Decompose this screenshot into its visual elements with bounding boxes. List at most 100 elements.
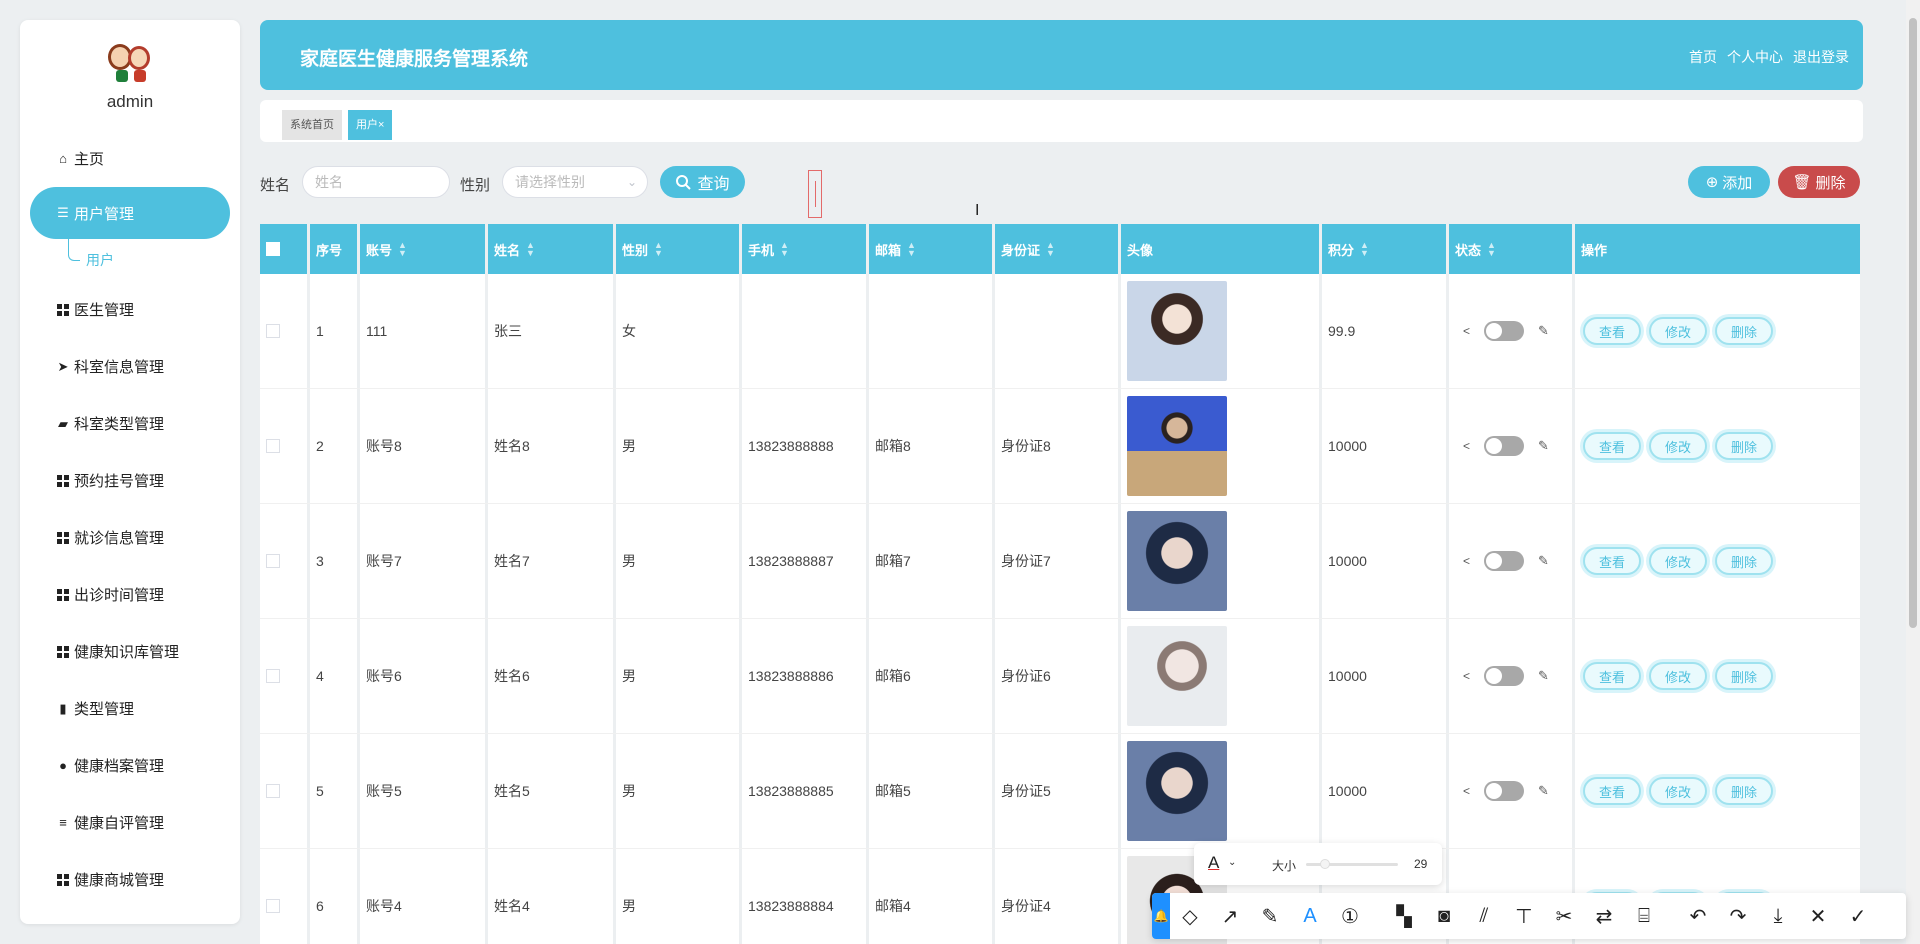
header-link-logout[interactable]: 退出登录 [1793,47,1849,67]
user-photo[interactable] [1127,396,1227,496]
status-toggle[interactable] [1484,321,1525,341]
status-toggle[interactable] [1484,781,1525,801]
share-icon[interactable]: < [1463,554,1470,568]
view-button[interactable]: 查看 [1583,432,1641,460]
share-icon[interactable]: < [1463,324,1470,338]
edit-button[interactable]: 修改 [1649,317,1707,345]
cell-email: 邮箱6 [869,619,995,733]
sidebar-item-visit-info[interactable]: 就诊信息管理 [20,509,240,566]
user-photo[interactable] [1127,626,1227,726]
share-icon[interactable]: < [1463,784,1470,798]
row-checkbox[interactable] [266,439,280,453]
font-color-icon[interactable]: A [1208,853,1219,873]
status-toggle[interactable] [1484,551,1525,571]
shape-icon[interactable]: ◇ [1170,893,1210,939]
number-icon[interactable]: ① [1330,893,1370,939]
add-button[interactable]: ⊕ 添加 [1688,166,1770,198]
download-icon[interactable]: ⤓ [1758,893,1798,939]
edit-pen-icon[interactable]: ✎ [1538,783,1549,799]
pen-icon[interactable]: ✎ [1250,893,1290,939]
sidebar-item-schedule[interactable]: 出诊时间管理 [20,566,240,623]
delete-row-button[interactable]: 删除 [1715,777,1773,805]
confirm-icon[interactable]: ✓ [1838,893,1878,939]
edit-button[interactable]: 修改 [1649,662,1707,690]
header-email[interactable]: 邮箱 ▲ ▼ [869,224,995,274]
delete-button[interactable]: 🗑 删除 [1778,166,1860,198]
sidebar-item-home[interactable]: ⌂ 主页 [20,130,240,187]
mosaic-icon[interactable]: ▚ [1384,893,1424,939]
sidebar-item-department-type[interactable]: ▰ 科室类型管理 [20,395,240,452]
user-photo[interactable] [1127,741,1227,841]
edit-button[interactable]: 修改 [1649,547,1707,575]
user-photo[interactable] [1127,511,1227,611]
blur-icon[interactable]: ◙ [1424,893,1464,939]
header-link-profile[interactable]: 个人中心 [1727,47,1783,67]
edit-button[interactable]: 修改 [1649,432,1707,460]
scissors-icon[interactable]: ✂ [1544,893,1584,939]
tab-system-home[interactable]: 系统首页 [282,110,342,140]
row-checkbox[interactable] [266,669,280,683]
close-icon[interactable]: ✕ [1798,893,1838,939]
view-button[interactable]: 查看 [1583,777,1641,805]
delete-row-button[interactable]: 删除 [1715,432,1773,460]
share-icon[interactable]: < [1463,669,1470,683]
hatch-icon[interactable]: ⫽ [1464,893,1504,939]
row-checkbox[interactable] [266,784,280,798]
header-status[interactable]: 状态 ▲ ▼ [1449,224,1575,274]
row-checkbox[interactable] [266,324,280,338]
user-photo[interactable] [1127,281,1227,381]
edit-pen-icon[interactable]: ✎ [1538,323,1549,339]
sidebar-item-self-assessment[interactable]: ≡ 健康自评管理 [20,794,240,851]
edit-pen-icon[interactable]: ✎ [1538,438,1549,454]
chevron-down-icon[interactable]: ⌄ [1228,857,1236,868]
sidebar-subitem-user[interactable]: 用户 [20,239,240,281]
status-toggle[interactable] [1484,436,1525,456]
status-toggle[interactable] [1484,666,1525,686]
undo-icon[interactable]: ↶ [1678,893,1718,939]
delete-row-button[interactable]: 删除 [1715,317,1773,345]
row-checkbox[interactable] [266,554,280,568]
header-gender[interactable]: 性别 ▲ ▼ [616,224,742,274]
vertical-scrollbar[interactable] [1906,0,1920,944]
size-slider-handle[interactable] [1320,859,1330,869]
sidebar-item-type-management[interactable]: ▮ 类型管理 [20,680,240,737]
sidebar-item-appointment[interactable]: 预约挂号管理 [20,452,240,509]
gender-select[interactable]: 请选择性别 ⌄ [502,166,648,198]
header-idcard[interactable]: 身份证 ▲ ▼ [995,224,1121,274]
name-search-input[interactable]: 姓名 [302,166,450,198]
arrow-icon[interactable]: ↗ [1210,893,1250,939]
tab-user[interactable]: 用户× [348,110,393,140]
select-all-checkbox[interactable] [266,242,280,256]
delete-row-button[interactable]: 删除 [1715,662,1773,690]
sidebar-item-user-management[interactable]: ☰ 用户管理 [30,187,230,239]
sidebar-item-doctor-management[interactable]: 医生管理 [20,281,240,338]
ocr-icon[interactable]: ⌸ [1624,893,1664,939]
scrollbar-thumb[interactable] [1909,18,1917,628]
header-label: 序号 [316,242,343,258]
edit-pen-icon[interactable]: ✎ [1538,668,1549,684]
edit-pen-icon[interactable]: ✎ [1538,553,1549,569]
header-name[interactable]: 姓名 ▲ ▼ [488,224,616,274]
edit-button[interactable]: 修改 [1649,777,1707,805]
header-phone[interactable]: 手机 ▲ ▼ [742,224,869,274]
view-button[interactable]: 查看 [1583,547,1641,575]
sidebar-item-department-info[interactable]: ➤ 科室信息管理 [20,338,240,395]
delete-row-button[interactable]: 删除 [1715,547,1773,575]
sidebar-item-knowledge-base[interactable]: 健康知识库管理 [20,623,240,680]
sidebar-item-health-records[interactable]: ● 健康档案管理 [20,737,240,794]
header-account[interactable]: 账号 ▲ ▼ [360,224,488,274]
sidebar-item-health-mall[interactable]: 健康商城管理 [20,851,240,908]
pin-icon[interactable]: ⊤ [1504,893,1544,939]
tab-close-icon[interactable]: × [378,119,384,131]
share-icon[interactable]: < [1463,439,1470,453]
text-icon[interactable]: A [1290,893,1330,939]
translate-icon[interactable]: ⇄ [1584,893,1624,939]
query-button[interactable]: 查询 [660,166,745,198]
view-button[interactable]: 查看 [1583,317,1641,345]
redo-icon[interactable]: ↷ [1718,893,1758,939]
header-link-home[interactable]: 首页 [1689,47,1717,67]
header-points[interactable]: 积分 ▲ ▼ [1322,224,1449,274]
view-button[interactable]: 查看 [1583,662,1641,690]
bell-icon[interactable]: 🔔 [1152,893,1170,939]
row-checkbox[interactable] [266,899,280,913]
